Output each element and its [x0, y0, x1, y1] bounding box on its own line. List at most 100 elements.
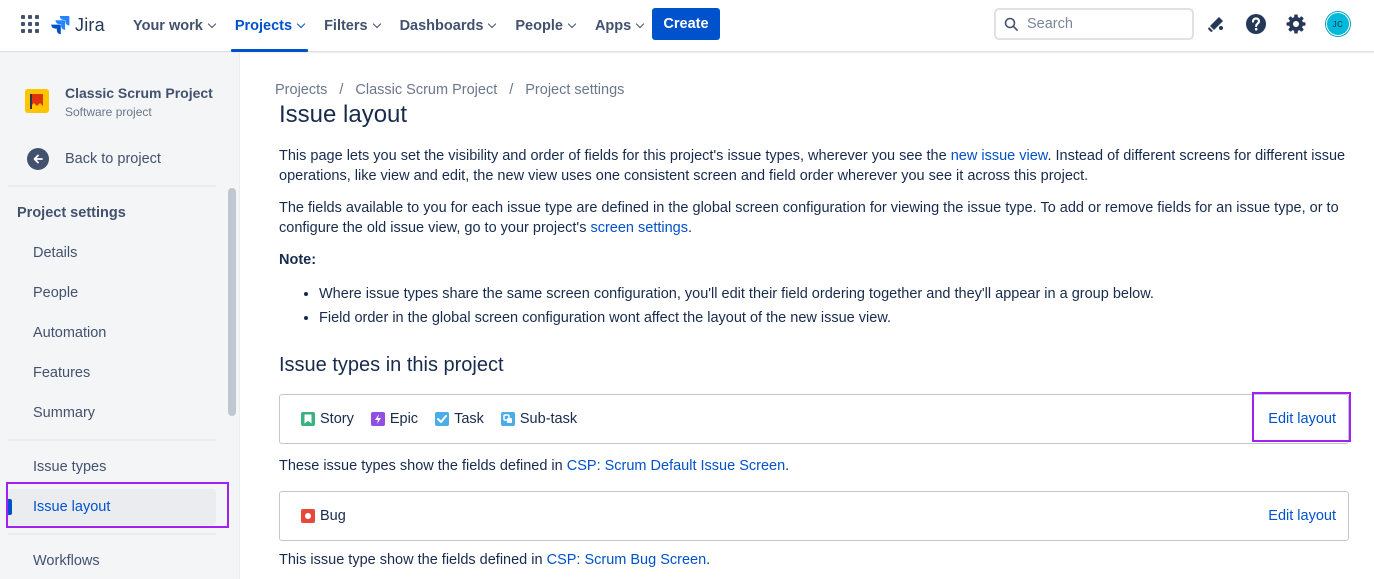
nav-label: Dashboards: [399, 18, 484, 34]
sidebar-scrollbar[interactable]: [228, 188, 236, 416]
search-box[interactable]: [994, 8, 1194, 40]
avatar-initials: JC: [1332, 19, 1344, 29]
back-to-project-link[interactable]: Back to project: [27, 148, 161, 170]
chevron-down-icon: [207, 19, 217, 29]
intro-paragraph: This page lets you set the visibility an…: [279, 146, 1354, 186]
project-sidebar: Classic Scrum Project Software project B…: [0, 53, 240, 579]
breadcrumb-project[interactable]: Classic Scrum Project: [355, 82, 497, 98]
list-item: Where issue types share the same screen …: [319, 282, 1351, 306]
group-caption: These issue types show the fields define…: [279, 458, 789, 474]
screen-settings-link[interactable]: screen settings: [590, 220, 688, 236]
sidebar-item-label: Automation: [33, 325, 107, 341]
paragraph-text: This page lets you set the visibility an…: [279, 148, 951, 164]
search-input[interactable]: [1027, 16, 1177, 32]
list-item: Field order in the global screen configu…: [319, 306, 1351, 330]
sidebar-item-summary[interactable]: Summary: [8, 395, 216, 431]
sidebar-item-label: People: [33, 285, 79, 301]
nav-label: Filters: [324, 18, 368, 34]
fields-paragraph: The fields available to you for each iss…: [279, 198, 1354, 238]
sidebar-divider: [8, 439, 216, 441]
paragraph-text: The fields available to you for each iss…: [279, 200, 1339, 236]
sub-task-icon: [500, 412, 515, 426]
edit-layout-link[interactable]: Edit layout: [1268, 395, 1336, 443]
sidebar-divider: [8, 185, 216, 187]
nav-label: Apps: [594, 18, 632, 34]
issue-type-group-card: Bug Edit layout: [279, 491, 1349, 541]
nav-label: Projects: [234, 18, 293, 34]
issue-type-list: Bug: [301, 492, 363, 540]
issue-type-story: Story: [301, 411, 354, 427]
user-avatar[interactable]: JC: [1326, 12, 1350, 36]
issue-type-label: Sub-task: [519, 411, 578, 427]
chevron-down-icon: [567, 19, 577, 29]
project-header[interactable]: Classic Scrum Project Software project: [25, 85, 213, 119]
breadcrumb-separator: /: [339, 82, 344, 98]
sidebar-item-people[interactable]: People: [8, 275, 216, 311]
screen-link[interactable]: CSP: Scrum Default Issue Screen: [567, 458, 785, 474]
nav-label: Your work: [133, 18, 203, 34]
sidebar-item-workflows[interactable]: Workflows: [8, 543, 216, 579]
project-type: Software project: [65, 105, 152, 119]
sidebar-item-label: Details: [33, 245, 78, 261]
search-icon: [1004, 17, 1018, 31]
breadcrumb-project-settings[interactable]: Project settings: [525, 82, 624, 98]
notes-list: Where issue types share the same screen …: [301, 282, 1351, 330]
screen-link[interactable]: CSP: Scrum Bug Screen: [547, 552, 707, 568]
paragraph-text: .: [688, 220, 693, 236]
sidebar-item-label: Workflows: [33, 553, 100, 569]
sidebar-item-issue-types[interactable]: Issue types: [8, 449, 216, 485]
issue-type-task: Task: [435, 411, 484, 427]
arrow-left-icon: [27, 148, 49, 170]
breadcrumb-separator: /: [509, 82, 514, 98]
project-name: Classic Scrum Project: [65, 85, 213, 101]
notifications-icon[interactable]: [1204, 12, 1228, 36]
edit-layout-link[interactable]: Edit layout: [1268, 492, 1336, 540]
caption-text: These issue types show the fields define…: [279, 458, 567, 474]
settings-icon[interactable]: [1284, 12, 1308, 36]
help-icon[interactable]: [1244, 12, 1268, 36]
nav-apps[interactable]: Apps: [585, 0, 653, 52]
caption-text: This issue type show the fields defined …: [279, 552, 547, 568]
issue-type-label: Epic: [389, 411, 419, 427]
jira-logo[interactable]: Jira: [50, 13, 105, 37]
sidebar-item-details[interactable]: Details: [8, 235, 216, 271]
epic-icon: [370, 412, 385, 426]
nav-filters[interactable]: Filters: [314, 0, 390, 52]
chevron-down-icon: [372, 19, 381, 29]
new-issue-view-link[interactable]: new issue view: [951, 148, 1048, 164]
create-button[interactable]: Create: [652, 8, 720, 40]
issue-type-bug: Bug: [301, 508, 346, 524]
nav-dashboards[interactable]: Dashboards: [390, 0, 506, 52]
jira-logo-text: Jira: [75, 14, 105, 35]
issue-type-list: Story Epic Task Sub-task: [301, 395, 594, 443]
sidebar-item-label: Issue types: [33, 459, 107, 475]
app-switcher-icon[interactable]: [21, 15, 39, 33]
nav-your-work[interactable]: Your work: [123, 0, 225, 52]
sidebar-item-label: Issue layout: [33, 499, 111, 515]
top-navigation: Jira Your work Projects Filters Dashboar…: [0, 0, 1374, 52]
sidebar-item-features[interactable]: Features: [8, 355, 216, 391]
note-label: Note:: [279, 252, 317, 268]
issue-type-label: Story: [320, 411, 354, 427]
issue-type-group-card: Story Epic Task Sub-task Edit layout: [279, 394, 1349, 444]
caption-text: .: [785, 458, 790, 474]
section-title: Issue types in this project: [279, 354, 504, 376]
sidebar-item-automation[interactable]: Automation: [8, 315, 216, 351]
breadcrumb: Projects / Classic Scrum Project / Proje…: [275, 82, 624, 98]
jira-logo-icon: [51, 16, 70, 35]
nav-label: People: [515, 18, 563, 34]
chevron-down-icon: [296, 19, 306, 29]
main-nav: Your work Projects Filters Dashboards Pe…: [123, 0, 653, 52]
story-icon: [301, 412, 315, 426]
sidebar-item-label: Summary: [33, 405, 96, 421]
project-avatar-icon: [25, 89, 49, 113]
nav-projects[interactable]: Projects: [225, 0, 314, 52]
megaphone-icon: [1208, 17, 1223, 32]
nav-people[interactable]: People: [505, 0, 585, 52]
chevron-down-icon: [488, 19, 497, 29]
sidebar-item-label: Features: [33, 365, 91, 381]
sidebar-item-issue-layout[interactable]: Issue layout: [8, 489, 216, 525]
question-circle-icon: [1246, 14, 1266, 34]
breadcrumb-projects[interactable]: Projects: [275, 82, 327, 98]
gear-icon: [1286, 14, 1306, 34]
